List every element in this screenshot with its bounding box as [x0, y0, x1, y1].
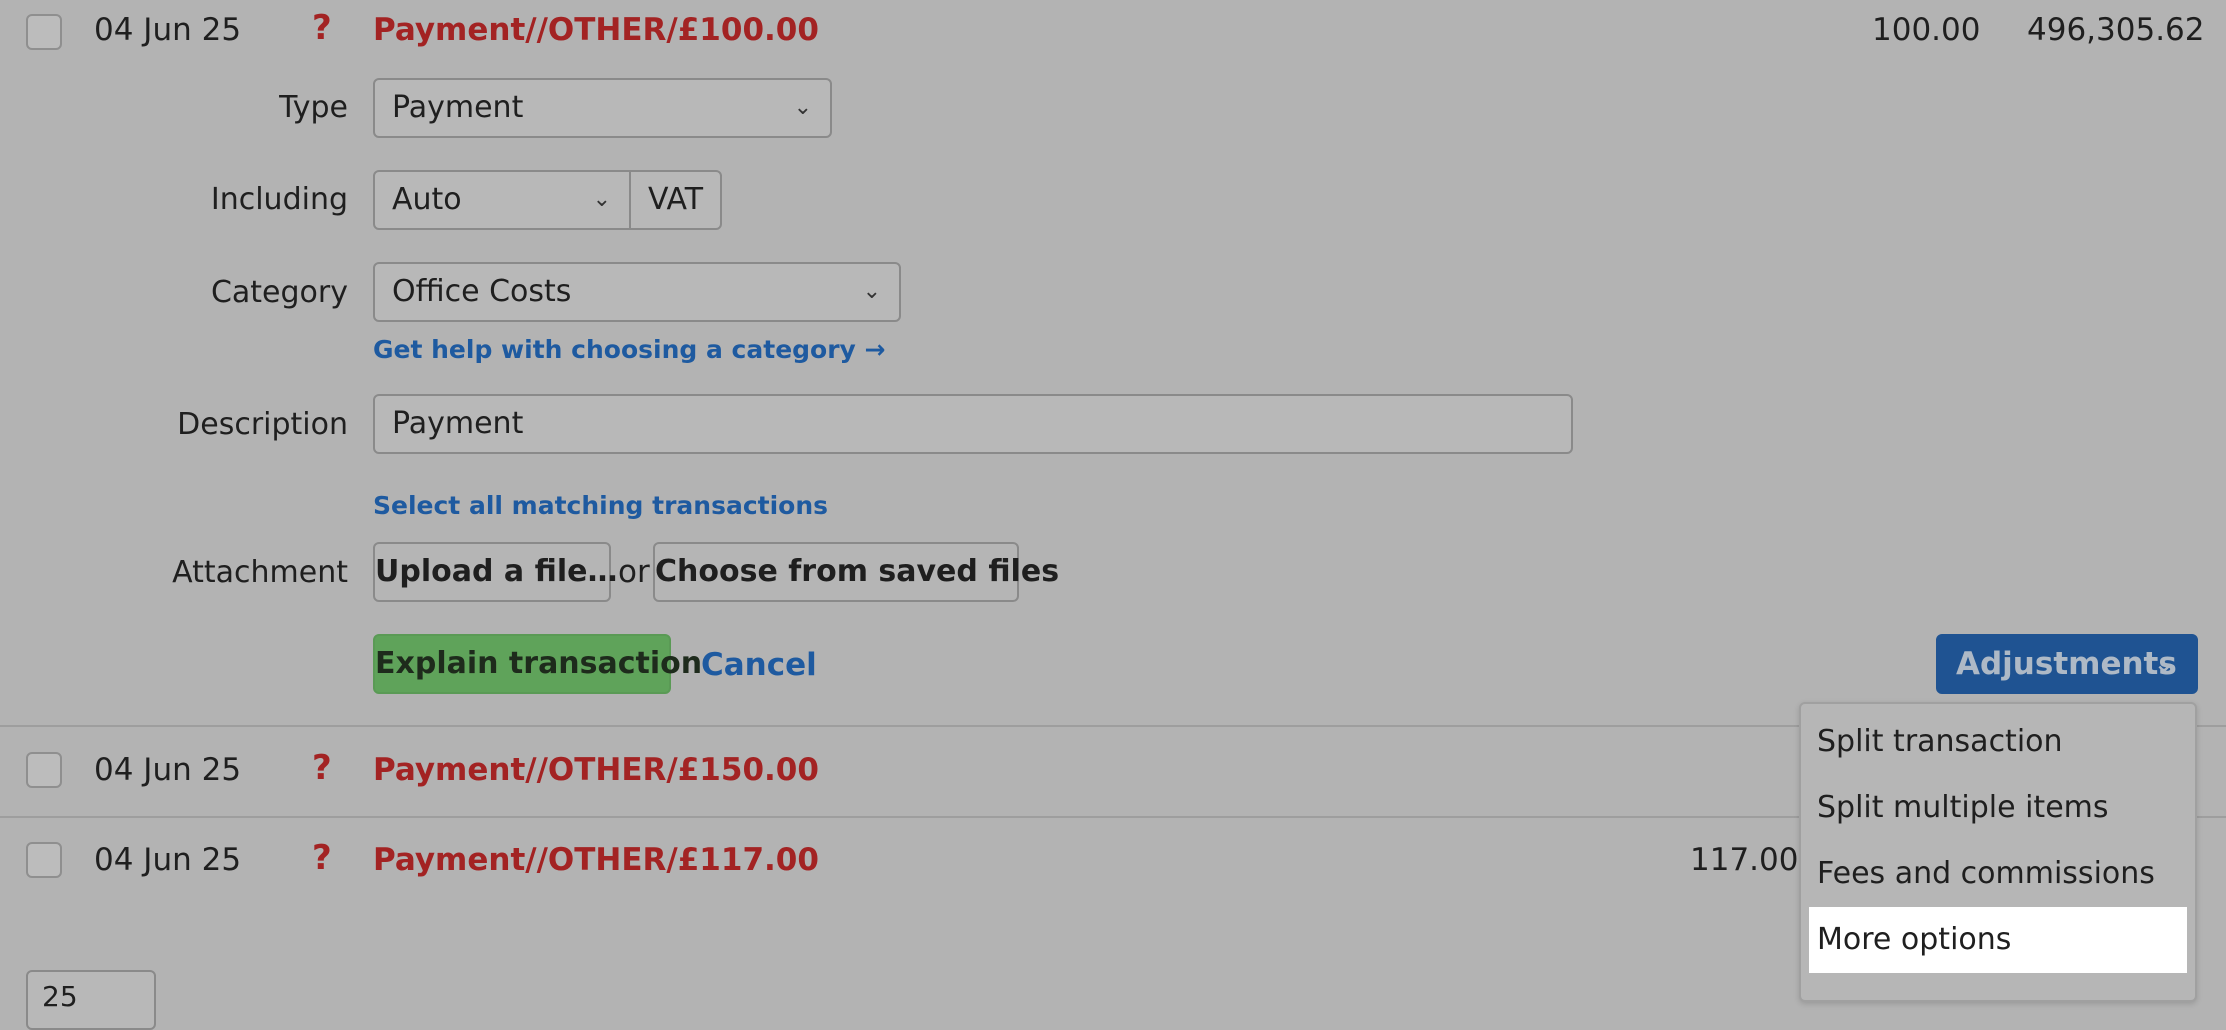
- per-page-select[interactable]: 25: [26, 970, 156, 1030]
- including-select[interactable]: Auto ⌄: [373, 170, 631, 230]
- including-label: Including: [210, 182, 348, 217]
- question-mark-icon: ?: [312, 838, 332, 878]
- transaction-amount: 100.00: [1872, 12, 1981, 48]
- adjustments-button[interactable]: Adjustments ⌄: [1936, 634, 2198, 694]
- category-label: Category: [210, 275, 348, 310]
- transaction-date: 04 Jun 25: [94, 12, 242, 48]
- transaction-description-link[interactable]: Payment//OTHER/£100.00: [373, 12, 819, 48]
- question-mark-icon: ?: [312, 748, 332, 788]
- type-label: Type: [279, 90, 348, 125]
- chevron-down-icon: ⌄: [592, 187, 611, 212]
- choose-saved-files-button[interactable]: Choose from saved files: [653, 542, 1059, 602]
- row-checkbox[interactable]: [26, 752, 62, 788]
- cancel-link[interactable]: Cancel: [701, 647, 817, 683]
- menu-item-more-options[interactable]: More options: [1809, 907, 2187, 973]
- menu-item-split-multiple-items[interactable]: Split multiple items: [1801, 775, 2195, 841]
- transaction-description-link[interactable]: Payment//OTHER/£117.00: [373, 842, 819, 878]
- explain-transaction-button[interactable]: Explain transaction: [373, 634, 702, 694]
- adjustments-label: Adjustments: [1956, 646, 2177, 682]
- type-select[interactable]: Payment ⌄: [373, 78, 832, 138]
- category-select[interactable]: Office Costs ⌄: [373, 262, 901, 322]
- description-label: Description: [177, 407, 348, 442]
- or-separator: or: [618, 554, 650, 590]
- category-select-value: Office Costs: [392, 274, 572, 309]
- attachment-label: Attachment: [172, 555, 348, 590]
- chevron-down-icon: ⌄: [2153, 650, 2174, 678]
- category-help-link[interactable]: Get help with choosing a category →: [373, 335, 886, 364]
- chevron-down-icon: ⌄: [862, 279, 881, 304]
- transaction-date: 04 Jun 25: [94, 752, 242, 788]
- transaction-description-link[interactable]: Payment//OTHER/£150.00: [373, 752, 819, 788]
- menu-item-split-transaction[interactable]: Split transaction: [1801, 709, 2195, 775]
- including-select-value: Auto: [392, 182, 462, 217]
- upload-file-button[interactable]: Upload a file…: [373, 542, 617, 602]
- transaction-amount: 117.00: [1690, 842, 1799, 878]
- transaction-balance: 496,305.62: [2027, 12, 2205, 48]
- row-checkbox[interactable]: [26, 842, 62, 878]
- question-mark-icon: ?: [312, 8, 332, 48]
- type-select-value: Payment: [392, 90, 524, 125]
- menu-item-fees-and-commissions[interactable]: Fees and commissions: [1801, 841, 2195, 907]
- select-matching-link[interactable]: Select all matching transactions: [373, 491, 828, 520]
- description-input[interactable]: Payment: [373, 394, 1573, 454]
- chevron-down-icon: ⌄: [793, 95, 812, 120]
- row-checkbox[interactable]: [26, 14, 62, 50]
- transaction-date: 04 Jun 25: [94, 842, 242, 878]
- vat-addon: VAT: [629, 170, 722, 230]
- adjustments-menu: Split transaction Split multiple items F…: [1799, 702, 2197, 1002]
